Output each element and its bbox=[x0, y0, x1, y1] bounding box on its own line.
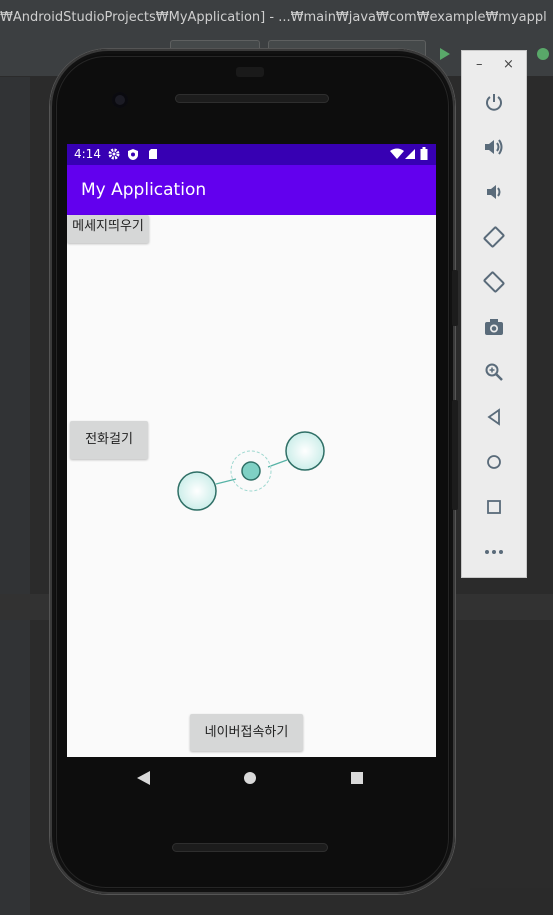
call-button[interactable]: 전화걸기 bbox=[70, 421, 148, 459]
rotate-left-icon[interactable] bbox=[479, 222, 509, 252]
ide-title-bar: ₩AndroidStudioProjects₩MyApplication] - … bbox=[0, 0, 553, 36]
bottom-speaker bbox=[172, 843, 328, 852]
phone-side-button-top bbox=[452, 270, 458, 326]
phone-side-button-volume bbox=[452, 400, 458, 510]
cell-signal-icon bbox=[405, 149, 415, 159]
back-icon[interactable] bbox=[479, 402, 509, 432]
nav-recents-icon[interactable] bbox=[351, 772, 363, 784]
volume-up-icon[interactable] bbox=[479, 132, 509, 162]
nav-back-icon[interactable] bbox=[137, 771, 150, 785]
sd-card-icon bbox=[149, 149, 157, 159]
app-bar: My Application bbox=[67, 165, 436, 215]
settings-gear-icon bbox=[108, 148, 120, 160]
ide-left-gutter bbox=[0, 77, 31, 915]
ide-bottom-corner bbox=[470, 888, 553, 915]
home-icon[interactable] bbox=[479, 447, 509, 477]
camera-icon[interactable] bbox=[479, 312, 509, 342]
volume-down-icon[interactable] bbox=[479, 177, 509, 207]
phone-notch bbox=[236, 67, 264, 77]
more-icon[interactable] bbox=[479, 537, 509, 567]
status-time: 4:14 bbox=[74, 147, 101, 161]
shield-icon bbox=[128, 149, 138, 160]
zoom-icon[interactable] bbox=[479, 357, 509, 387]
rotate-right-icon[interactable] bbox=[479, 267, 509, 297]
pan-gesture-indicator bbox=[177, 431, 325, 511]
ide-debug-icon[interactable] bbox=[534, 44, 552, 64]
device-screen: 4:14 My Application 메세지띄우기 전화걸기 네이버접속하기 bbox=[67, 144, 436, 757]
close-button[interactable]: × bbox=[503, 57, 514, 72]
wifi-icon bbox=[390, 148, 404, 159]
naver-connect-button[interactable]: 네이버접속하기 bbox=[190, 714, 303, 751]
show-message-button[interactable]: 메세지띄우기 bbox=[67, 215, 149, 243]
ide-title-text: ₩AndroidStudioProjects₩MyApplication] - … bbox=[0, 10, 547, 25]
power-icon[interactable] bbox=[479, 87, 509, 117]
battery-icon bbox=[420, 147, 428, 160]
status-bar: 4:14 bbox=[67, 144, 436, 165]
front-camera-icon bbox=[112, 92, 128, 108]
overview-icon[interactable] bbox=[479, 492, 509, 522]
earpiece-speaker bbox=[175, 94, 329, 103]
emulator-toolbar: – × bbox=[461, 50, 527, 578]
ide-run-icon[interactable] bbox=[435, 44, 455, 64]
app-title: My Application bbox=[81, 180, 207, 200]
nav-home-icon[interactable] bbox=[244, 772, 256, 784]
minimize-button[interactable]: – bbox=[476, 57, 483, 72]
